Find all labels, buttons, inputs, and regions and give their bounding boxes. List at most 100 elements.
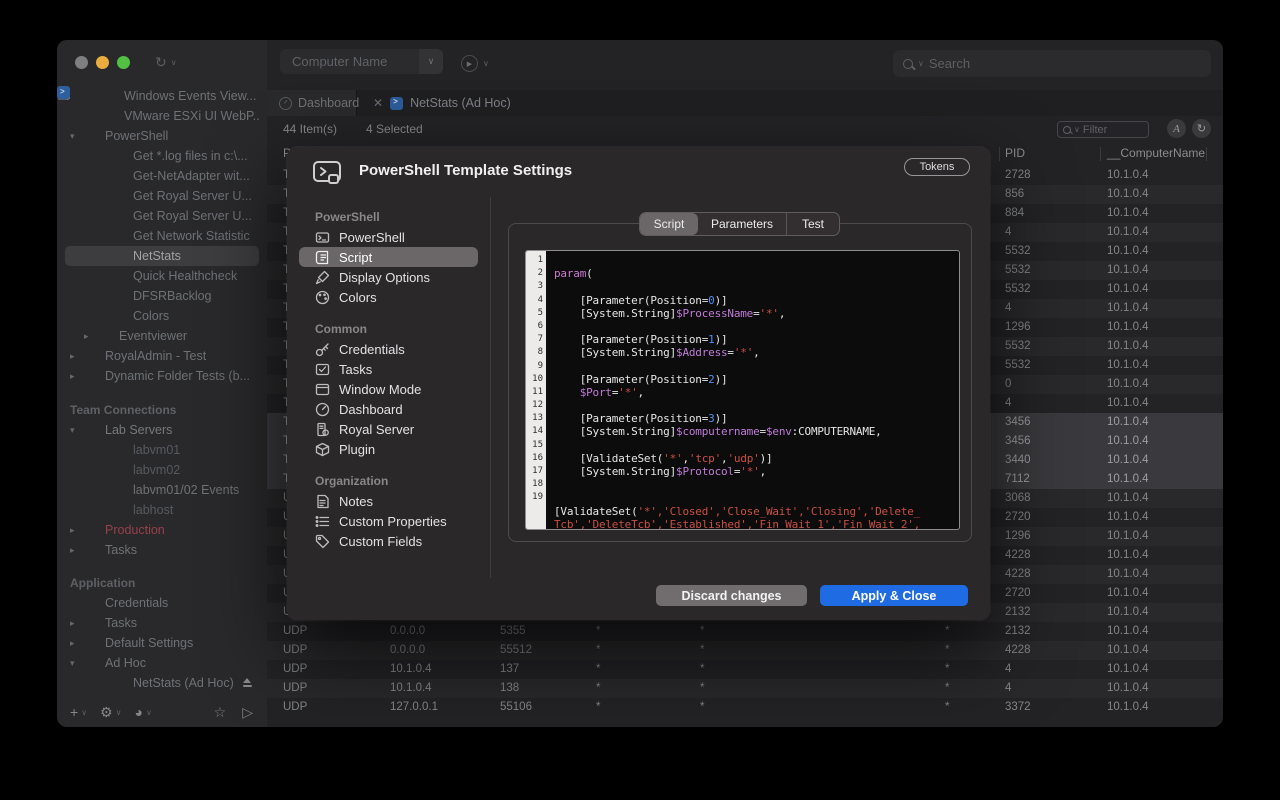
discard-changes-button[interactable]: Discard changes <box>656 585 807 606</box>
favorites-star-icon[interactable]: ☆ <box>214 704 227 721</box>
cell-protocol: UDP <box>283 682 307 694</box>
expand-chevron-icon[interactable] <box>70 425 84 436</box>
cell-computername: 10.1.0.4 <box>1107 549 1149 561</box>
tree-item[interactable]: Eventviewer <box>65 326 259 346</box>
table-row[interactable]: UDP 10.1.0.4 138 * * * 4 10.1.0.4 <box>267 679 1223 698</box>
server-icon <box>315 422 330 437</box>
expand-chevron-icon[interactable] <box>84 331 98 342</box>
tree-item[interactable]: Get Royal Server U... <box>65 206 259 226</box>
tree-item[interactable]: Get Network Statistic <box>65 226 259 246</box>
tree-section-main: Windows Events View... VMware ESXi UI We… <box>57 86 267 386</box>
cell-pid: 5532 <box>1005 283 1031 295</box>
nav-item-window-mode[interactable]: Window Mode <box>299 379 478 399</box>
cell-state: * <box>945 682 949 694</box>
cell-pid: 4228 <box>1005 549 1031 561</box>
settings-button[interactable]: ⚙∨ <box>100 704 121 721</box>
column-header-pid[interactable]: PID <box>1005 146 1025 160</box>
tab-netstats-adhoc[interactable]: ✕ NetStats (Ad Hoc) <box>357 96 511 110</box>
expand-chevron-icon[interactable] <box>70 525 84 536</box>
auto-size-columns-button[interactable]: A <box>1167 119 1186 138</box>
nav-item-royal-server[interactable]: Royal Server <box>299 419 478 439</box>
close-window-button[interactable] <box>75 56 88 69</box>
selected-count: 4 Selected <box>366 122 423 136</box>
expand-chevron-icon[interactable] <box>70 371 84 382</box>
tree-item[interactable]: Credentials <box>65 593 259 613</box>
tree-item[interactable]: labvm01/02 Events <box>65 480 259 500</box>
cell-pid: 3068 <box>1005 492 1031 504</box>
expand-chevron-icon[interactable] <box>70 638 84 649</box>
tree-item[interactable]: Quick Healthcheck <box>65 266 259 286</box>
nav-item-colors[interactable]: Colors <box>299 287 478 307</box>
tab-script[interactable]: Script <box>640 213 698 235</box>
table-row[interactable]: UDP 0.0.0.0 55512 * * * 4228 10.1.0.4 <box>267 641 1223 660</box>
close-tab-icon[interactable]: ✕ <box>373 96 383 110</box>
tree-item[interactable]: Colors <box>65 306 259 326</box>
tree-item-icon <box>112 676 126 690</box>
tree-item[interactable]: VMware ESXi UI WebP... <box>65 106 259 126</box>
table-row[interactable]: UDP 127.0.0.1 55106 * * * 3372 10.1.0.4 <box>267 698 1223 717</box>
tree-item[interactable]: Windows Events View... <box>65 86 259 106</box>
tree-item[interactable]: Get-NetAdapter wit... <box>65 166 259 186</box>
tree-item[interactable]: labvm02 <box>65 460 259 480</box>
play-circle-icon[interactable]: ▶ <box>461 55 478 72</box>
tab-dashboard[interactable]: Dashboard <box>267 90 357 116</box>
refresh-button[interactable]: ↻ <box>1192 119 1211 138</box>
nav-item-script[interactable]: Script <box>299 247 478 267</box>
tree-item-label: labhost <box>133 503 173 517</box>
tree-item[interactable]: labhost <box>65 500 259 520</box>
tree-item[interactable]: Lab Servers <box>65 420 259 440</box>
minimize-window-button[interactable] <box>96 56 109 69</box>
expand-chevron-icon[interactable] <box>70 658 84 669</box>
nav-item-credentials[interactable]: Credentials <box>299 339 478 359</box>
eject-icon[interactable] <box>242 678 253 688</box>
nav-item-custom-fields[interactable]: Custom Fields <box>299 531 478 551</box>
code-area[interactable]: param( [Parameter(Position=0)] [System.S… <box>546 251 959 529</box>
tab-test[interactable]: Test <box>786 213 839 235</box>
nav-item-display-options[interactable]: Display Options <box>299 267 478 287</box>
nav-item-dashboard[interactable]: Dashboard <box>299 399 478 419</box>
filter-field[interactable]: ∨ Filter <box>1057 121 1149 138</box>
tree-item[interactable]: Tasks <box>65 613 259 633</box>
tokens-button[interactable]: Tokens <box>904 158 970 176</box>
expand-chevron-icon[interactable] <box>70 131 84 142</box>
nav-item-plugin[interactable]: Plugin <box>299 439 478 459</box>
connections-button[interactable]: ◕∨ <box>134 704 151 720</box>
tree-item[interactable]: Get Royal Server U... <box>65 186 259 206</box>
nav-item-powershell[interactable]: PowerShell <box>299 227 478 247</box>
table-row[interactable]: UDP 0.0.0.0 5355 * * * 2132 10.1.0.4 <box>267 622 1223 641</box>
run-control[interactable]: ▶ ∨ <box>461 55 489 72</box>
tree-item[interactable]: Tasks <box>65 540 259 560</box>
tree-item[interactable]: Dynamic Folder Tests (b... <box>65 366 259 386</box>
apply-close-button[interactable]: Apply & Close <box>820 585 968 606</box>
tab-parameters[interactable]: Parameters <box>698 213 786 235</box>
tree-item[interactable]: NetStats <box>65 246 259 266</box>
chevron-down-icon: ∨ <box>1074 125 1080 134</box>
tree-item[interactable]: NetStats (Ad Hoc) <box>65 673 259 693</box>
tree-item[interactable]: labvm01 <box>65 440 259 460</box>
tree-item[interactable]: Ad Hoc <box>65 653 259 673</box>
search-field[interactable]: ∨ Search <box>893 50 1211 77</box>
add-button[interactable]: +∨ <box>70 704 87 720</box>
script-code-editor[interactable]: 12345678910111213141516171819 param( [Pa… <box>525 250 960 530</box>
tree-item[interactable]: Production <box>65 520 259 540</box>
nav-item-custom-properties[interactable]: Custom Properties <box>299 511 478 531</box>
sync-control[interactable]: ↻ ∨ <box>155 54 177 71</box>
nav-item-tasks[interactable]: Tasks <box>299 359 478 379</box>
connect-play-icon[interactable]: ▷ <box>242 704 253 721</box>
tree-item[interactable]: Get *.log files in c:\... <box>65 146 259 166</box>
zoom-window-button[interactable] <box>117 56 130 69</box>
expand-chevron-icon[interactable] <box>70 618 84 629</box>
expand-chevron-icon[interactable] <box>70 351 84 362</box>
tree-item[interactable]: PowerShell <box>65 126 259 146</box>
tree-item[interactable]: RoyalAdmin - Test <box>65 346 259 366</box>
expand-chevron-icon[interactable] <box>70 545 84 556</box>
combo-dropdown-button[interactable]: ∨ <box>419 49 443 74</box>
tree-item[interactable]: Default Settings <box>65 633 259 653</box>
table-row[interactable]: UDP 10.1.0.4 137 * * * 4 10.1.0.4 <box>267 660 1223 679</box>
tree-item[interactable]: DFSRBacklog <box>65 286 259 306</box>
tree-item-icon <box>112 443 126 457</box>
nav-item-notes[interactable]: Notes <box>299 491 478 511</box>
computer-name-combo[interactable]: Computer Name ∨ <box>280 49 443 74</box>
cell-pid: 4 <box>1005 302 1011 314</box>
column-header-computername[interactable]: __ComputerName <box>1107 146 1205 160</box>
